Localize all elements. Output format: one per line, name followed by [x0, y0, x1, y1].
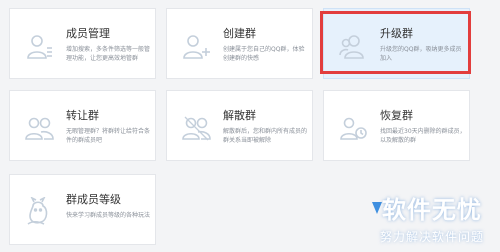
card-title: 创建群 — [223, 27, 256, 40]
card-title: 成员管理 — [66, 27, 110, 40]
card-description: 升级您的QQ群，吸纳更多成员加入 — [380, 46, 462, 62]
card-upgrade-group[interactable]: 升级群 升级您的QQ群，吸纳更多成员加入 — [323, 8, 470, 79]
restore-group-icon — [338, 113, 368, 143]
card-member-level[interactable]: 群成员等级 快来学习群成员等级的各种玩法 — [9, 174, 156, 245]
watermark: 软件无忧 努力解决软件问题 — [366, 186, 500, 252]
card-description: 无暇管理群？将群转让给符合条件的群成员吧 — [66, 128, 151, 144]
card-title: 升级群 — [380, 27, 413, 40]
card-description: 解散群后，您和群内所有成员的群关系当即被解除 — [223, 128, 308, 144]
card-dissolve-group[interactable]: 解散群 解散群后，您和群内所有成员的群关系当即被解除 — [166, 90, 313, 161]
card-description: 找回最近30天内删除的群成员，以及解散的群 — [380, 128, 466, 144]
card-member-manage[interactable]: 成员管理 增加搜索，多条件筛选等一般管理功能，让您更高效地管群 — [9, 8, 156, 79]
transfer-group-icon — [24, 113, 54, 143]
group-manage-panel: 成员管理 增加搜索，多条件筛选等一般管理功能，让您更高效地管群 创建群 创建属于… — [0, 0, 500, 252]
upgrade-group-icon — [338, 31, 368, 61]
watermark-subtitle: 努力解决软件问题 — [380, 230, 485, 244]
card-title: 群成员等级 — [66, 193, 121, 206]
card-description: 增加搜索，多条件筛选等一般管理功能，让您更高效地管群 — [66, 46, 151, 62]
card-restore-group[interactable]: 恢复群 找回最近30天内删除的群成员，以及解散的群 — [323, 90, 470, 161]
dissolve-group-icon — [181, 113, 211, 143]
card-create-group[interactable]: 创建群 创建属于您自己的QQ群，体验创建群的快感 — [166, 8, 313, 79]
watermark-title: 软件无忧 — [382, 196, 482, 224]
member-level-icon — [24, 197, 54, 227]
card-transfer-group[interactable]: 转让群 无暇管理群？将群转让给符合条件的群成员吧 — [9, 90, 156, 161]
card-description: 创建属于您自己的QQ群，体验创建群的快感 — [223, 46, 305, 62]
card-title: 解散群 — [223, 109, 256, 122]
card-title: 转让群 — [66, 109, 99, 122]
member-manage-icon — [24, 31, 54, 61]
create-group-icon — [181, 31, 211, 61]
card-title: 恢复群 — [380, 109, 413, 122]
card-description: 快来学习群成员等级的各种玩法 — [66, 212, 151, 219]
